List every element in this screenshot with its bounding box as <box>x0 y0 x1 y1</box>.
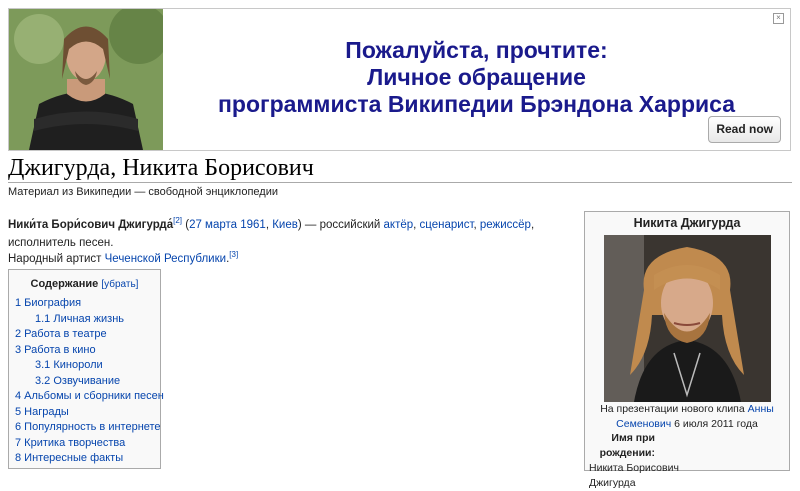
close-icon[interactable]: × <box>773 13 784 24</box>
intro-paragraph: Ники́та Бори́сович Джигурда́[2] (27 март… <box>8 216 535 249</box>
chechnya-link[interactable]: Чеченской Республики <box>105 253 226 265</box>
infobox-label: Имя при рождении: <box>599 432 655 459</box>
reference-link[interactable]: [2] <box>173 216 182 225</box>
infobox-title: Никита Джигурда <box>633 216 741 230</box>
reference-link[interactable]: [3] <box>229 250 238 259</box>
text-fragment: ( <box>182 218 190 231</box>
toc-item: 4 Альбомы и сборники песен <box>9 389 164 405</box>
toc-item: 5 Награды <box>9 405 160 421</box>
screenwriter-link[interactable]: сценарист <box>420 219 474 231</box>
toc-item: 8 Интересные факты <box>9 451 160 467</box>
toc-link[interactable]: 5 Награды <box>15 406 69 418</box>
text-fragment: ) — российский <box>297 218 384 231</box>
toc-link[interactable]: 4 Альбомы и сборники песен <box>15 390 164 402</box>
fundraising-banner[interactable]: Пожалуйста, прочтите: Личное обращение п… <box>8 8 791 151</box>
toc-link[interactable]: 3.2 Озвучивание <box>35 375 120 387</box>
birth-date-link[interactable]: 27 марта 1961 <box>189 219 266 231</box>
toc-item: 3 Работа в кино <box>9 343 160 359</box>
banner-appeal[interactable]: Пожалуйста, прочтите: Личное обращение п… <box>163 37 790 118</box>
banner-line-3[interactable]: программиста Википедии Брэндона Харриса <box>163 91 790 118</box>
toc-item: 3.1 Кинороли <box>9 358 160 374</box>
infobox-value: Никита Борисович Джигурда <box>589 462 679 489</box>
toc-item: 6 Популярность в интернете <box>9 420 161 436</box>
subject-name: Ники́та Бори́сович Джигурда́ <box>8 218 174 231</box>
toc-item: 1 Биография <box>9 296 160 312</box>
text-fragment: 6 июля 2011 года <box>671 418 758 430</box>
birth-city-link[interactable]: Киев <box>272 219 298 231</box>
toc-list: 1 Биография 1.1 Личная жизнь 2 Работа в те… <box>9 296 164 467</box>
banner-line-1[interactable]: Пожалуйста, прочтите: <box>163 37 790 64</box>
text-fragment: Народный артист <box>8 252 105 265</box>
toc-title: Содержание <box>30 278 99 290</box>
toc-toggle-link[interactable]: [убрать] <box>101 279 138 290</box>
toc-header: Содержание [убрать] <box>9 278 160 290</box>
toc-link[interactable]: 1.1 Личная жизнь <box>35 313 124 325</box>
toc-item: 2 Работа в театре <box>9 327 160 343</box>
infobox-row-birth-name: Имя при рождении: Никита Борисович Джигур… <box>589 431 785 491</box>
toc-link[interactable]: 8 Интересные факты <box>15 452 123 464</box>
toc-item: 7 Критика творчества <box>9 436 160 452</box>
award-line: Народный артист Чеченской Республики.[3] <box>8 250 239 265</box>
toc-link[interactable]: 2 Работа в театре <box>15 328 107 340</box>
infobox-caption: На презентации нового клипа Анны Семенов… <box>589 402 785 432</box>
tagline: Материал из Википедии — свободной энцикл… <box>8 186 278 198</box>
toc-link[interactable]: 7 Критика творчества <box>15 437 125 449</box>
read-now-button[interactable]: Read now <box>708 116 781 143</box>
toc-link[interactable]: 3.1 Кинороли <box>35 359 103 371</box>
title-divider <box>8 182 792 183</box>
page-title: Джигурда, Никита Борисович <box>8 155 314 181</box>
banner-photo <box>9 9 163 150</box>
toc-link[interactable]: 6 Популярность в интернете <box>15 421 161 433</box>
toc-item: 3.2 Озвучивание <box>9 374 160 390</box>
text-fragment: На презентации нового клипа <box>600 403 748 415</box>
director-link[interactable]: режиссёр <box>480 219 531 231</box>
table-of-contents: Содержание [убрать] 1 Биография 1.1 Лична… <box>8 269 164 469</box>
infobox: Никита Джигурда На презентации нового кл… <box>584 211 790 489</box>
banner-line-2[interactable]: Личное обращение <box>163 64 790 91</box>
toc-link[interactable]: 3 Работа в кино <box>15 344 96 356</box>
actor-link[interactable]: актёр <box>384 219 414 231</box>
toc-item: 1.1 Личная жизнь <box>9 312 160 328</box>
infobox-photo[interactable] <box>604 235 771 402</box>
toc-link[interactable]: 1 Биография <box>15 297 81 309</box>
